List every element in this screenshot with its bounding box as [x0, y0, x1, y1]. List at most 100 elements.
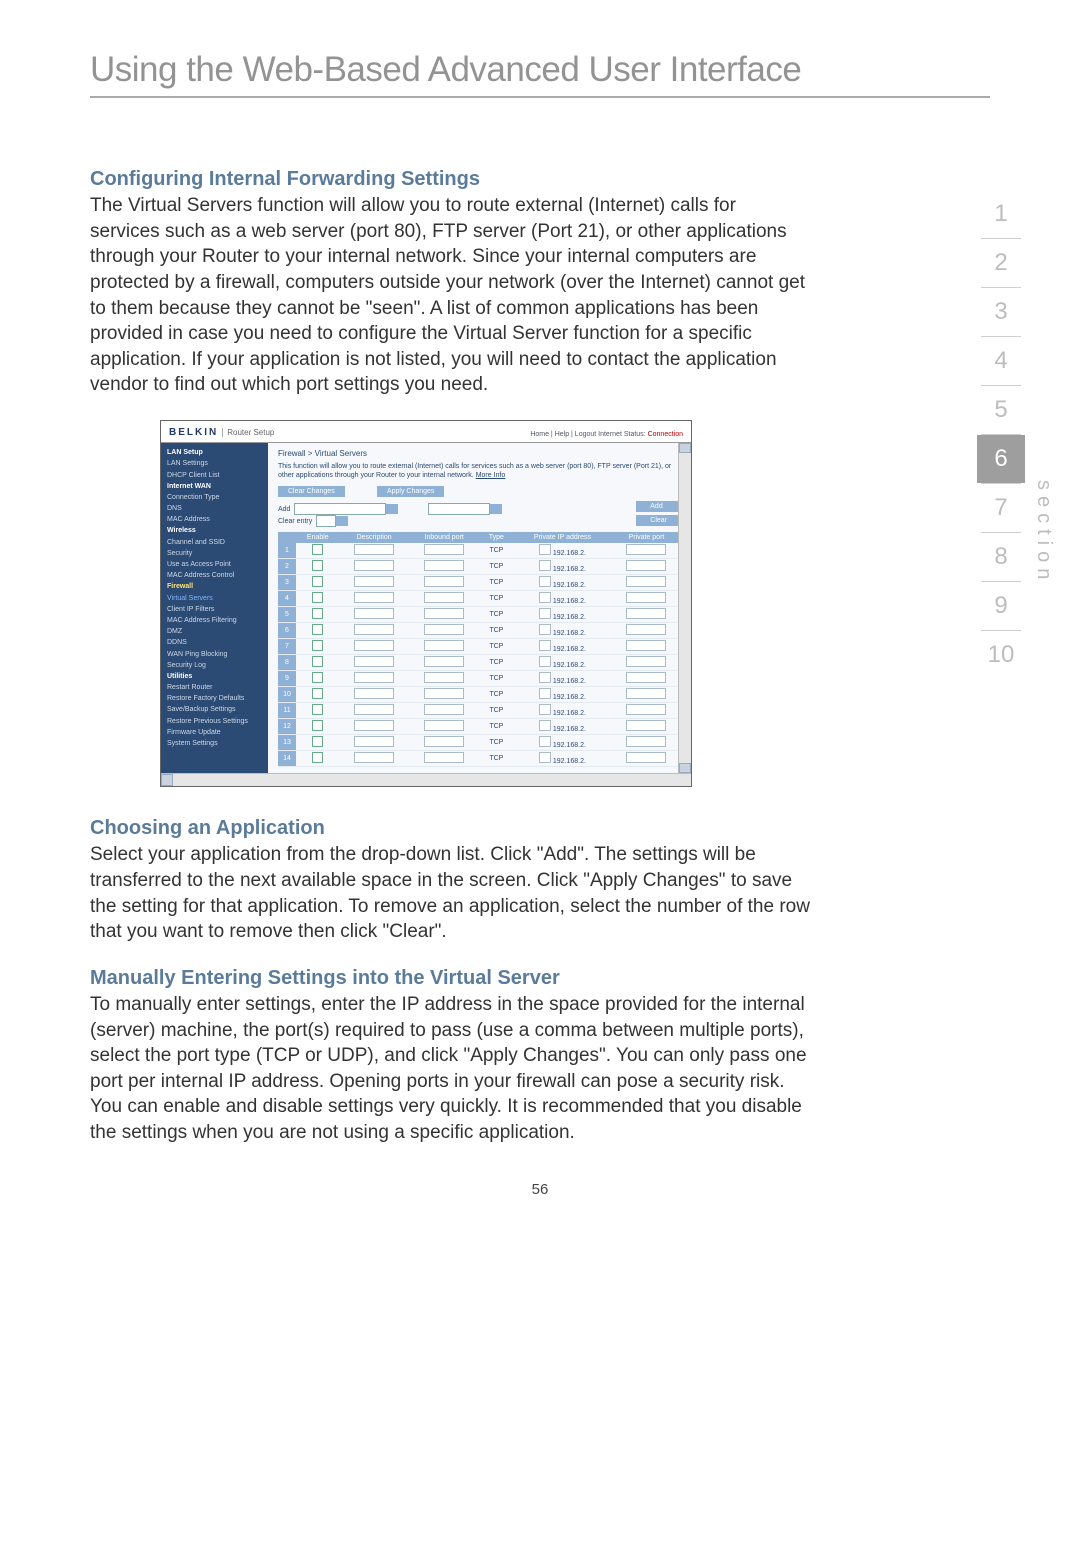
enable-checkbox[interactable]	[312, 560, 323, 571]
enable-checkbox[interactable]	[312, 544, 323, 555]
ss-side-item[interactable]: DNS	[167, 503, 262, 514]
ss-side-item[interactable]: WAN Ping Blocking	[167, 649, 262, 660]
ss-side-item[interactable]: Use as Access Point	[167, 559, 262, 570]
nav-section-10[interactable]: 10	[977, 631, 1025, 679]
ss-side-item[interactable]: MAC Address Filtering	[167, 615, 262, 626]
ss-add-btn[interactable]: Add	[636, 501, 681, 512]
ss-clear-btn[interactable]: Clear	[636, 515, 681, 526]
ss-side-item[interactable]: Security Log	[167, 660, 262, 671]
desc-input[interactable]	[354, 624, 394, 635]
inbound-port-input[interactable]	[424, 592, 464, 603]
ss-side-item[interactable]: MAC Address Control	[167, 570, 262, 581]
ss-side-item[interactable]: Restart Router	[167, 682, 262, 693]
desc-input[interactable]	[354, 656, 394, 667]
enable-checkbox[interactable]	[312, 736, 323, 747]
ss-side-item[interactable]: System Settings	[167, 738, 262, 749]
inbound-port-input[interactable]	[424, 656, 464, 667]
ss-side-item[interactable]: LAN Settings	[167, 458, 262, 469]
nav-section-8[interactable]: 8	[977, 533, 1025, 581]
private-port-input[interactable]	[626, 624, 666, 635]
nav-section-5[interactable]: 5	[977, 386, 1025, 434]
desc-input[interactable]	[354, 640, 394, 651]
ss-clear-entry-field[interactable]	[316, 515, 336, 527]
nav-section-6[interactable]: 6	[977, 435, 1025, 483]
enable-checkbox[interactable]	[312, 656, 323, 667]
type-select[interactable]	[539, 608, 551, 619]
scroll-down-icon[interactable]	[679, 763, 691, 773]
inbound-port-input[interactable]	[424, 608, 464, 619]
enable-checkbox[interactable]	[312, 704, 323, 715]
private-port-input[interactable]	[626, 656, 666, 667]
enable-checkbox[interactable]	[312, 592, 323, 603]
ss-side-item[interactable]: Firewall	[167, 581, 262, 592]
desc-input[interactable]	[354, 704, 394, 715]
inbound-port-input[interactable]	[424, 752, 464, 763]
ss-side-item[interactable]: DMZ	[167, 626, 262, 637]
private-port-input[interactable]	[626, 704, 666, 715]
ss-side-item[interactable]: DDNS	[167, 637, 262, 648]
inbound-port-input[interactable]	[424, 560, 464, 571]
enable-checkbox[interactable]	[312, 720, 323, 731]
ss-side-item[interactable]: Restore Previous Settings	[167, 716, 262, 727]
enable-checkbox[interactable]	[312, 576, 323, 587]
inbound-port-input[interactable]	[424, 736, 464, 747]
nav-section-7[interactable]: 7	[977, 484, 1025, 532]
type-select[interactable]	[539, 624, 551, 635]
private-port-input[interactable]	[626, 640, 666, 651]
scrollbar-horizontal[interactable]	[161, 773, 691, 786]
ss-side-item[interactable]: Virtual Servers	[167, 593, 262, 604]
enable-checkbox[interactable]	[312, 688, 323, 699]
inbound-port-input[interactable]	[424, 672, 464, 683]
desc-input[interactable]	[354, 752, 394, 763]
enable-checkbox[interactable]	[312, 640, 323, 651]
private-port-input[interactable]	[626, 560, 666, 571]
private-port-input[interactable]	[626, 544, 666, 555]
inbound-port-input[interactable]	[424, 624, 464, 635]
enable-checkbox[interactable]	[312, 672, 323, 683]
private-port-input[interactable]	[626, 576, 666, 587]
type-select[interactable]	[539, 560, 551, 571]
type-select[interactable]	[539, 704, 551, 715]
desc-input[interactable]	[354, 576, 394, 587]
ss-side-item[interactable]: Restore Factory Defaults	[167, 693, 262, 704]
scroll-left-icon[interactable]	[161, 774, 173, 786]
private-port-input[interactable]	[626, 608, 666, 619]
desc-input[interactable]	[354, 608, 394, 619]
ss-side-item[interactable]: Connection Type	[167, 492, 262, 503]
inbound-port-input[interactable]	[424, 576, 464, 587]
ss-side-item[interactable]: MAC Address	[167, 514, 262, 525]
inbound-port-input[interactable]	[424, 544, 464, 555]
ss-sidebar[interactable]: LAN SetupLAN SettingsDHCP Client ListInt…	[161, 443, 268, 773]
inbound-port-input[interactable]	[424, 688, 464, 699]
ss-side-item[interactable]: Client IP Filters	[167, 604, 262, 615]
desc-input[interactable]	[354, 736, 394, 747]
chevron-down-icon[interactable]	[336, 516, 348, 526]
ss-side-item[interactable]: LAN Setup	[167, 447, 262, 458]
ss-clear-changes[interactable]: Clear Changes	[278, 486, 345, 497]
private-port-input[interactable]	[626, 688, 666, 699]
ss-side-item[interactable]: Firmware Update	[167, 727, 262, 738]
inbound-port-input[interactable]	[424, 640, 464, 651]
ss-add-select2[interactable]	[428, 503, 490, 515]
ss-side-item[interactable]: Save/Backup Settings	[167, 704, 262, 715]
type-select[interactable]	[539, 592, 551, 603]
nav-section-4[interactable]: 4	[977, 337, 1025, 385]
ss-top-links[interactable]: Home | Help | Logout Internet Status: Co…	[530, 431, 683, 438]
chevron-down-icon[interactable]	[386, 504, 398, 514]
inbound-port-input[interactable]	[424, 704, 464, 715]
enable-checkbox[interactable]	[312, 752, 323, 763]
ss-side-item[interactable]: Wireless	[167, 525, 262, 536]
type-select[interactable]	[539, 736, 551, 747]
private-port-input[interactable]	[626, 752, 666, 763]
desc-input[interactable]	[354, 672, 394, 683]
ss-side-item[interactable]: DHCP Client List	[167, 470, 262, 481]
private-port-input[interactable]	[626, 720, 666, 731]
private-port-input[interactable]	[626, 672, 666, 683]
nav-section-1[interactable]: 1	[977, 190, 1025, 238]
scroll-up-icon[interactable]	[679, 443, 691, 453]
nav-section-9[interactable]: 9	[977, 582, 1025, 630]
desc-input[interactable]	[354, 688, 394, 699]
type-select[interactable]	[539, 544, 551, 555]
ss-side-item[interactable]: Utilities	[167, 671, 262, 682]
chevron-down-icon[interactable]	[490, 504, 502, 514]
